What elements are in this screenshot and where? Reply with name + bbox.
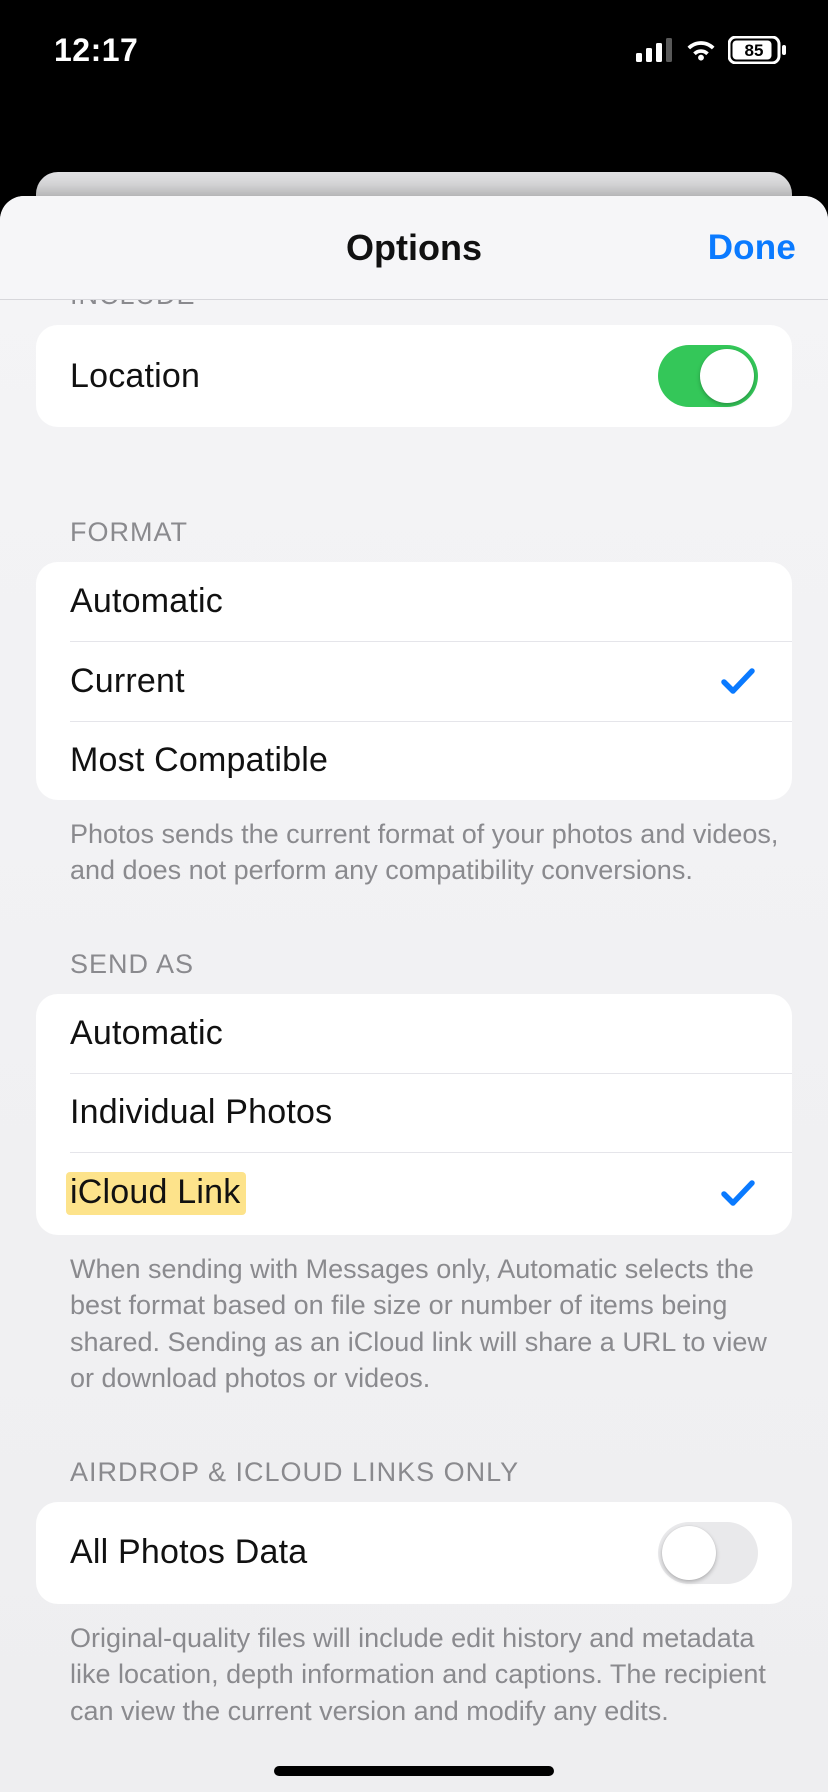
- checkmark-icon: [718, 661, 758, 701]
- options-sheet: Options Done INCLUDE Location FORMAT: [0, 196, 828, 1792]
- row-label-location: Location: [70, 357, 200, 396]
- group-send-as: Automatic Individual Photos iCloud Link: [36, 994, 792, 1235]
- section-header-send-as: SEND AS: [0, 889, 828, 994]
- wifi-icon: [684, 38, 718, 62]
- toggle-knob: [700, 349, 754, 403]
- content: INCLUDE Location FORMAT Automatic: [0, 300, 828, 1729]
- section-header-airdrop: AIRDROP & ICLOUD LINKS ONLY: [0, 1397, 828, 1502]
- row-label-highlighted: iCloud Link: [66, 1172, 246, 1215]
- row-label-all-photos: All Photos Data: [70, 1533, 307, 1572]
- home-indicator: [274, 1766, 554, 1776]
- row-label: Automatic: [70, 1014, 223, 1053]
- svg-text:85: 85: [745, 41, 764, 60]
- section-header-format: FORMAT: [0, 427, 828, 562]
- page-title: Options: [346, 227, 482, 269]
- done-button[interactable]: Done: [708, 228, 796, 268]
- row-location[interactable]: Location: [36, 325, 792, 427]
- row-sendas-icloud-link[interactable]: iCloud Link: [36, 1152, 792, 1235]
- cellular-icon: [636, 38, 674, 62]
- row-label: Most Compatible: [70, 741, 328, 780]
- footer-send-as: When sending with Messages only, Automat…: [0, 1235, 828, 1397]
- status-time: 12:17: [54, 32, 138, 69]
- row-sendas-individual[interactable]: Individual Photos: [36, 1073, 792, 1152]
- group-airdrop: All Photos Data: [36, 1502, 792, 1604]
- footer-format: Photos sends the current format of your …: [0, 800, 828, 889]
- toggle-all-photos-data[interactable]: [658, 1522, 758, 1584]
- group-format: Automatic Current Most Compatible: [36, 562, 792, 800]
- toggle-knob: [662, 1526, 716, 1580]
- checkmark-icon: [718, 1173, 758, 1213]
- navbar: Options Done: [0, 196, 828, 300]
- row-label: Individual Photos: [70, 1093, 332, 1132]
- toggle-location[interactable]: [658, 345, 758, 407]
- row-all-photos-data[interactable]: All Photos Data: [36, 1502, 792, 1604]
- group-include: Location: [36, 325, 792, 427]
- section-header-include: INCLUDE: [0, 300, 828, 325]
- status-bar: 12:17 85: [0, 0, 828, 100]
- row-format-most-compatible[interactable]: Most Compatible: [36, 721, 792, 800]
- row-label: Current: [70, 662, 185, 701]
- row-sendas-automatic[interactable]: Automatic: [36, 994, 792, 1073]
- status-indicators: 85: [636, 36, 788, 64]
- row-label: Automatic: [70, 582, 223, 621]
- battery-icon: 85: [728, 36, 788, 64]
- device-frame: 12:17 85 Options: [0, 0, 828, 1792]
- row-format-automatic[interactable]: Automatic: [36, 562, 792, 641]
- row-format-current[interactable]: Current: [36, 641, 792, 721]
- scroll-area[interactable]: INCLUDE Location FORMAT Automatic: [0, 300, 828, 1792]
- footer-airdrop: Original-quality files will include edit…: [0, 1604, 828, 1729]
